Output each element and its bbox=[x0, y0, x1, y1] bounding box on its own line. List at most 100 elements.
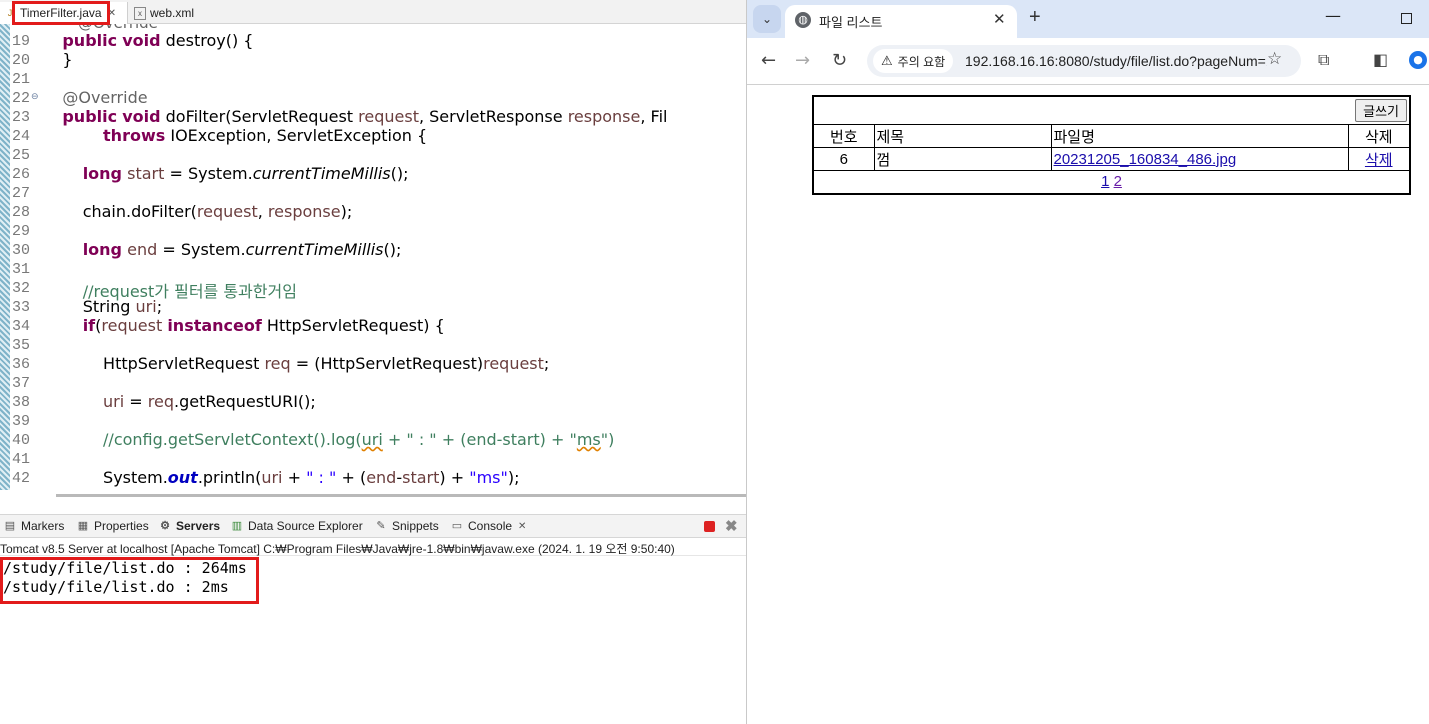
tab-label: Console bbox=[468, 519, 513, 533]
table-header-row: 번호 제목 파일명 삭제 bbox=[812, 124, 1411, 148]
code-line: //config.getServletContext().log(uri + "… bbox=[103, 430, 615, 449]
terminate-icon[interactable] bbox=[704, 521, 715, 532]
horizontal-scrollbar[interactable] bbox=[56, 494, 746, 497]
tab-console[interactable]: ▭ Console ✕ bbox=[450, 519, 527, 533]
line-number: 33 bbox=[12, 299, 31, 316]
pagination-row: 1 2 bbox=[812, 170, 1411, 194]
delete-link[interactable]: 삭제 bbox=[1365, 152, 1393, 169]
new-tab-button[interactable]: + bbox=[1029, 6, 1041, 29]
line-number: 30 bbox=[12, 242, 31, 259]
code-line: } bbox=[42, 50, 73, 69]
line-number: 24 bbox=[12, 128, 31, 145]
code-line: public void doFilter(ServletRequest requ… bbox=[62, 107, 668, 126]
line-number: 28 bbox=[12, 204, 31, 221]
line-number: 40 bbox=[12, 432, 31, 449]
code-line: if(request instanceof HttpServletRequest… bbox=[82, 316, 445, 335]
page-link-2[interactable]: 2 bbox=[1114, 173, 1122, 190]
tab-snippets[interactable]: ✎ Snippets bbox=[374, 519, 439, 533]
fold-toggle-icon[interactable]: ⊖ bbox=[31, 92, 39, 102]
remove-launch-icon[interactable]: ✖ bbox=[725, 517, 738, 535]
tab-data-source-explorer[interactable]: ▥ Data Source Explorer bbox=[230, 519, 363, 533]
tab-search-button[interactable]: ⌄ bbox=[753, 5, 781, 33]
chrome-browser-window: ⌄ ◍ 파일 리스트 ✕ + — ← → ↻ ⚠ 주의 요함 192.168.1… bbox=[746, 0, 1429, 724]
line-number: 37 bbox=[12, 375, 31, 392]
editor-tab-bar: J TimerFilter.java ✕ x web.xml bbox=[0, 0, 746, 25]
warning-icon: ⚠ bbox=[881, 53, 893, 68]
back-icon[interactable]: ← bbox=[761, 50, 776, 71]
red-highlight-box bbox=[12, 1, 110, 25]
tab-properties[interactable]: ▦ Properties bbox=[76, 519, 149, 533]
tab-label: web.xml bbox=[150, 6, 195, 20]
bookmark-star-icon[interactable]: ☆ bbox=[1267, 49, 1282, 69]
red-highlight-box bbox=[0, 557, 259, 604]
line-number: 34 bbox=[12, 318, 31, 335]
console-icon: ▭ bbox=[451, 520, 463, 532]
reload-icon[interactable]: ↻ bbox=[832, 50, 847, 71]
close-icon[interactable]: ✕ bbox=[518, 521, 526, 532]
line-number: 31 bbox=[12, 261, 31, 278]
code-editor[interactable]: @Override 19 public void destroy() {20 }… bbox=[0, 24, 746, 490]
line-number: 32 bbox=[12, 280, 31, 297]
tab-servers[interactable]: ⚙ Servers bbox=[158, 519, 220, 533]
filename-link[interactable]: 20231205_160834_486.jpg bbox=[1054, 151, 1237, 168]
tab-markers[interactable]: ▤ Markers bbox=[3, 519, 65, 533]
close-tab-icon[interactable]: ✕ bbox=[993, 10, 1006, 28]
code-line: public void destroy() { bbox=[62, 31, 254, 50]
profile-avatar-icon[interactable]: ● bbox=[1409, 51, 1427, 69]
security-chip[interactable]: ⚠ 주의 요함 bbox=[873, 49, 954, 73]
forward-icon[interactable]: → bbox=[795, 50, 810, 71]
row-title: 껌 bbox=[873, 147, 1052, 171]
xml-file-icon: x bbox=[134, 6, 146, 20]
code-line: @Override bbox=[62, 88, 148, 107]
write-button[interactable]: 글쓰기 bbox=[1355, 99, 1407, 122]
line-number: 35 bbox=[12, 337, 31, 354]
code-line: uri = req.getRequestURI(); bbox=[103, 392, 316, 411]
line-number: 42 bbox=[12, 470, 31, 487]
line-number: 26 bbox=[12, 166, 31, 183]
tab-label: Properties bbox=[94, 519, 149, 533]
console-view-tab-bar: ▤ Markers ▦ Properties ⚙ Servers ▥ Data Sour… bbox=[0, 514, 746, 538]
url-text[interactable]: 192.168.16.16:8080/study/file/list.do?pa… bbox=[965, 53, 1267, 69]
data-source-icon: ▥ bbox=[231, 520, 243, 532]
page-link-1[interactable]: 1 bbox=[1101, 173, 1109, 190]
code-line: long start = System.currentTimeMillis(); bbox=[82, 164, 409, 183]
browser-tab[interactable]: ◍ 파일 리스트 ✕ bbox=[785, 5, 1017, 38]
address-bar[interactable]: ⚠ 주의 요함 192.168.16.16:8080/study/file/li… bbox=[867, 45, 1301, 77]
line-number: 21 bbox=[12, 71, 31, 88]
maximize-icon[interactable] bbox=[1401, 13, 1412, 24]
browser-toolbar: ← → ↻ ⚠ 주의 요함 192.168.16.16:8080/study/f… bbox=[747, 38, 1429, 85]
code-line: System.out.println(uri + " : " + (end-st… bbox=[42, 468, 520, 487]
security-label: 주의 요함 bbox=[897, 54, 946, 69]
code-line: chain.doFilter(request, response); bbox=[42, 202, 353, 221]
tab-web-xml[interactable]: x web.xml bbox=[130, 2, 225, 24]
eclipse-ide-pane: J TimerFilter.java ✕ x web.xml @Override… bbox=[0, 0, 746, 724]
line-number: 41 bbox=[12, 451, 31, 468]
code-line: throws IOException, ServletException { bbox=[103, 126, 428, 145]
code-line: String uri; bbox=[42, 297, 163, 316]
tab-title: 파일 리스트 bbox=[819, 15, 883, 30]
properties-icon: ▦ bbox=[77, 520, 89, 532]
line-number: 23 bbox=[12, 109, 31, 126]
line-number: 38 bbox=[12, 394, 31, 411]
chevron-down-icon: ⌄ bbox=[761, 12, 773, 26]
change-ruler bbox=[0, 24, 10, 490]
header-number: 번호 bbox=[812, 124, 875, 148]
file-list-table: 글쓰기 번호 제목 파일명 삭제 6 껌 20231205_160834_486… bbox=[812, 95, 1411, 195]
side-panel-icon[interactable]: ◧ bbox=[1373, 50, 1388, 69]
tab-label: Markers bbox=[21, 519, 65, 533]
tab-strip: ⌄ ◍ 파일 리스트 ✕ + — bbox=[747, 0, 1429, 38]
line-number: 25 bbox=[12, 147, 31, 164]
row-number: 6 bbox=[812, 147, 875, 171]
line-number: 29 bbox=[12, 223, 31, 240]
header-delete: 삭제 bbox=[1347, 124, 1411, 148]
tab-label: Data Source Explorer bbox=[248, 519, 363, 533]
console-process-description: Tomcat v8.5 Server at localhost [Apache … bbox=[0, 540, 746, 556]
extensions-icon[interactable]: ⧉ bbox=[1318, 50, 1329, 70]
line-number: 20 bbox=[12, 52, 31, 69]
servers-icon: ⚙ bbox=[160, 520, 170, 532]
tab-label: Snippets bbox=[392, 519, 439, 533]
line-number: 39 bbox=[12, 413, 31, 430]
header-filename: 파일명 bbox=[1050, 124, 1349, 148]
minimize-icon[interactable]: — bbox=[1325, 6, 1341, 25]
line-number: 27 bbox=[12, 185, 31, 202]
